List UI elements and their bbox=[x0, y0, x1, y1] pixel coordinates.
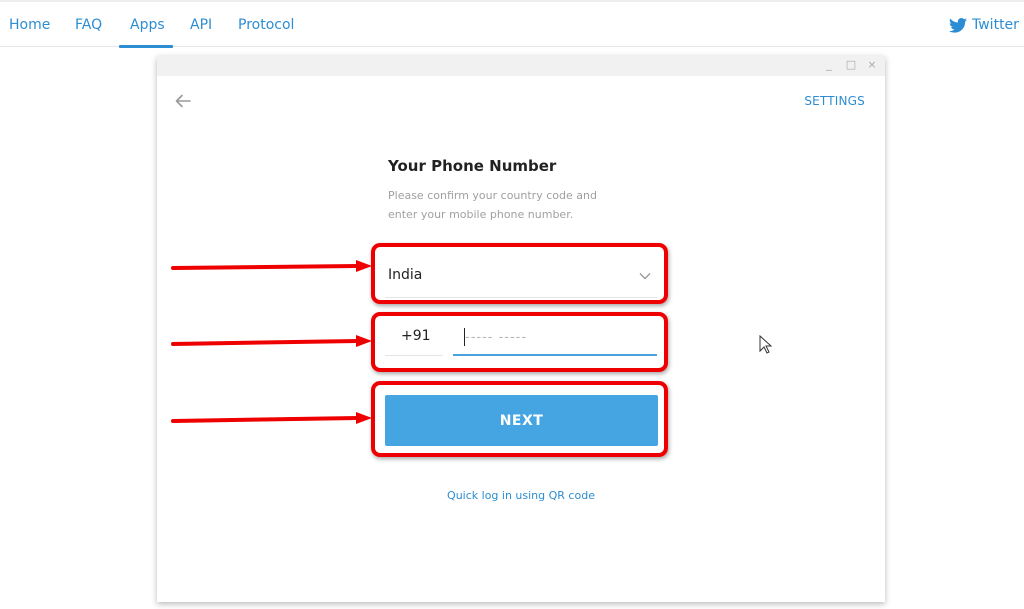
annotation-arrow-icon bbox=[171, 260, 372, 272]
annotation-arrow-icon bbox=[171, 335, 372, 347]
nav-faq[interactable]: FAQ bbox=[75, 17, 102, 33]
nav-protocol[interactable]: Protocol bbox=[238, 17, 294, 33]
minimize-button[interactable]: _ bbox=[822, 58, 836, 72]
nav-home[interactable]: Home bbox=[9, 17, 50, 33]
annotation-box-country bbox=[371, 243, 668, 304]
nav-apps[interactable]: Apps bbox=[130, 17, 165, 33]
annotation-box-next bbox=[371, 381, 668, 457]
instructions-text: Please confirm your country code and ent… bbox=[388, 189, 597, 221]
twitter-link[interactable]: Twitter bbox=[949, 17, 1019, 33]
mouse-cursor-icon bbox=[759, 335, 773, 354]
twitter-label: Twitter bbox=[972, 17, 1019, 33]
annotation-box-phone bbox=[371, 312, 668, 372]
settings-button[interactable]: SETTINGS bbox=[804, 94, 865, 108]
qr-login-link[interactable]: Quick log in using QR code bbox=[157, 489, 885, 502]
page-title: Your Phone Number bbox=[388, 157, 557, 175]
annotation-arrow-icon bbox=[171, 412, 372, 424]
nav-api[interactable]: API bbox=[190, 17, 212, 33]
close-button[interactable]: × bbox=[865, 58, 879, 72]
top-navigation: Home FAQ Apps API Protocol Twitter bbox=[0, 0, 1024, 48]
window-titlebar: _ □ × bbox=[157, 56, 885, 76]
nav-active-indicator bbox=[119, 45, 173, 48]
back-arrow-icon[interactable] bbox=[174, 92, 192, 110]
twitter-bird-icon bbox=[949, 17, 967, 33]
maximize-button[interactable]: □ bbox=[844, 58, 858, 72]
